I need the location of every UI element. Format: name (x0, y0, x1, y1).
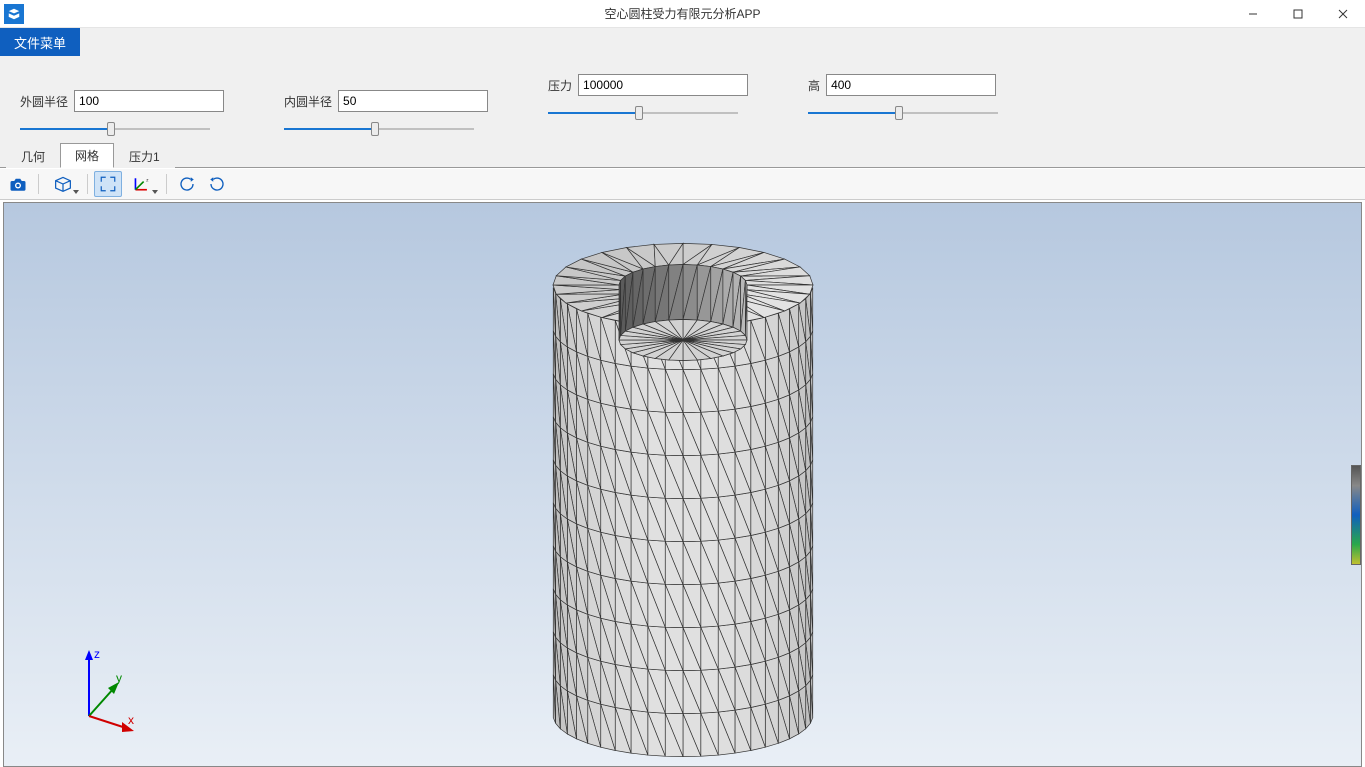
maximize-button[interactable] (1275, 0, 1320, 27)
pressure-input[interactable] (578, 74, 748, 96)
height-label: 高 (808, 77, 820, 94)
inner-radius-label: 内圆半径 (284, 93, 332, 110)
viewcube-button[interactable] (45, 171, 81, 197)
axis-z-label: z (94, 647, 100, 661)
inner-radius-slider[interactable] (284, 122, 474, 136)
chevron-down-icon (73, 190, 79, 194)
viewport-side-strip[interactable] (1351, 465, 1361, 565)
view-tabs: 几何 网格 压力1 (0, 144, 1365, 168)
axis-gizmo: z y x (64, 646, 144, 736)
parameter-panel: 外圆半径 内圆半径 压力 高 (0, 56, 1365, 144)
outer-radius-label: 外圆半径 (20, 93, 68, 110)
svg-text:z: z (146, 179, 149, 184)
outer-radius-input[interactable] (74, 90, 224, 112)
param-pressure: 压力 (548, 74, 748, 120)
titlebar: 空心圆柱受力有限元分析APP (0, 0, 1365, 28)
pressure-label: 压力 (548, 77, 572, 94)
screenshot-button[interactable] (4, 171, 32, 197)
tab-mesh[interactable]: 网格 (60, 143, 114, 168)
param-inner-radius: 内圆半径 (284, 90, 488, 136)
minimize-button[interactable] (1230, 0, 1275, 27)
height-slider[interactable] (808, 106, 998, 120)
axis-y-label: y (116, 671, 122, 685)
3d-viewport[interactable]: z y x (3, 202, 1362, 767)
rotate-ccw-button[interactable] (173, 171, 201, 197)
close-button[interactable] (1320, 0, 1365, 27)
window-title: 空心圆柱受力有限元分析APP (0, 5, 1365, 22)
tab-geometry[interactable]: 几何 (6, 144, 60, 168)
param-height: 高 (808, 74, 998, 120)
mesh-render (503, 205, 863, 765)
viewport-toolbar: z (0, 168, 1365, 200)
axis-triad-button[interactable]: z (124, 171, 160, 197)
param-outer-radius: 外圆半径 (20, 90, 224, 136)
menubar: 文件菜单 (0, 28, 1365, 56)
chevron-down-icon (152, 190, 158, 194)
axis-x-label: x (128, 713, 134, 727)
file-menu[interactable]: 文件菜单 (0, 28, 80, 56)
tab-pressure[interactable]: 压力1 (114, 144, 175, 168)
rotate-cw-button[interactable] (203, 171, 231, 197)
outer-radius-slider[interactable] (20, 122, 210, 136)
pressure-slider[interactable] (548, 106, 738, 120)
height-input[interactable] (826, 74, 996, 96)
inner-radius-input[interactable] (338, 90, 488, 112)
app-icon (4, 4, 24, 24)
zoom-extents-button[interactable] (94, 171, 122, 197)
